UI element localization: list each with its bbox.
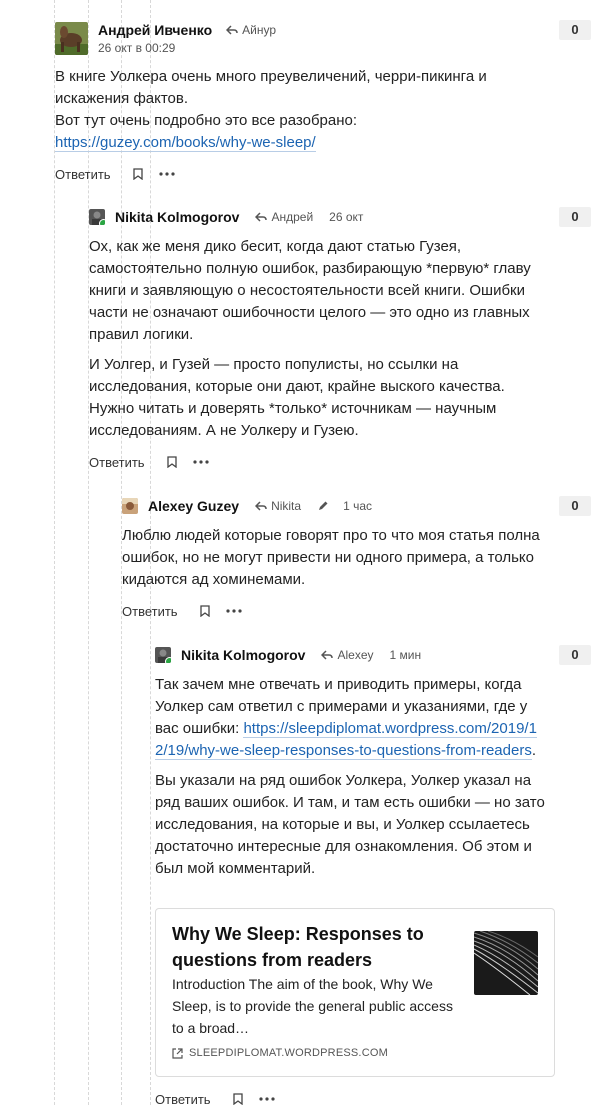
comment-paragraph: Вы указали на ряд ошибок Уолкера, Уолкер… [155, 772, 545, 877]
reply-to-name: Alexey [337, 648, 374, 662]
score-badge[interactable]: 0 [559, 645, 591, 665]
card-description: Introduction The aim of the book, Why We… [172, 976, 453, 1036]
link-preview-card[interactable]: Why We Sleep: Responses to questions fro… [155, 908, 555, 1077]
comment-actions: Ответить [55, 164, 591, 184]
more-icon[interactable] [258, 1097, 275, 1101]
reply-to[interactable]: Alexey [321, 648, 374, 662]
comment-time[interactable]: 26 окт в 00:29 [98, 41, 276, 55]
comment: Андрей Ивченко Айнур 26 окт в 00:29 0 В … [55, 20, 591, 184]
more-icon[interactable] [192, 460, 209, 464]
external-link-icon [172, 1047, 183, 1059]
comment-paragraph: Вот тут очень подробно это все разобрано… [55, 110, 525, 154]
comment-actions: Ответить [89, 452, 591, 472]
reply-arrow-icon [321, 650, 334, 660]
comment-paragraph: Люблю людей которые говорят про то что м… [122, 527, 540, 588]
avatar[interactable] [55, 21, 88, 55]
reply-button[interactable]: Ответить [122, 604, 178, 619]
bookmark-icon[interactable] [232, 1093, 243, 1105]
comment: Alexey Guzey Nikita 1 час 0 Люблю людей … [122, 496, 591, 621]
comment: Nikita Kolmogorov Alexey 1 мин 0 Так зач… [155, 645, 591, 880]
comment-time[interactable]: 26 окт [329, 210, 363, 224]
avatar[interactable] [89, 209, 105, 225]
reply-button[interactable]: Ответить [155, 1092, 211, 1107]
comment-link[interactable]: https://guzey.com/books/why-we-sleep/ [55, 134, 316, 152]
comment-actions: Ответить [155, 1089, 291, 1109]
comment-text: Так зачем мне отвечать и приводить приме… [155, 674, 547, 880]
online-indicator [165, 657, 171, 663]
comment-paragraph: И Уолгер, и Гузей — просто популисты, но… [89, 356, 505, 439]
comment-text: Люблю людей которые говорят про то что м… [122, 525, 542, 591]
comment-actions: Ответить [122, 601, 591, 621]
comment-text: Ох, как же меня дико бесит, когда дают с… [89, 236, 549, 442]
avatar[interactable] [122, 498, 138, 514]
score-badge[interactable]: 0 [559, 207, 591, 227]
card-thumbnail [474, 931, 538, 995]
reply-to[interactable]: Андрей [255, 210, 313, 224]
author-name[interactable]: Nikita Kolmogorov [181, 647, 305, 663]
author-name[interactable]: Андрей Ивченко [98, 22, 212, 38]
comment-text: В книге Уолкера очень много преувеличени… [55, 66, 525, 154]
score-badge[interactable]: 0 [559, 496, 591, 516]
bookmark-icon[interactable] [132, 168, 143, 180]
bookmark-icon[interactable] [166, 456, 177, 468]
reply-button[interactable]: Ответить [55, 167, 111, 182]
comment-time[interactable]: 1 час [343, 499, 372, 513]
comment-paragraph: Ох, как же меня дико бесит, когда дают с… [89, 238, 531, 343]
comment-time[interactable]: 1 мин [390, 648, 422, 662]
reply-to-name: Nikita [271, 499, 302, 513]
reply-to[interactable]: Nikita [255, 499, 301, 513]
online-indicator [99, 219, 105, 225]
reply-to-name: Андрей [271, 210, 314, 224]
edit-pencil-icon [317, 500, 329, 512]
reply-arrow-icon [255, 501, 267, 511]
card-domain-text: SLEEPDIPLOMAT.WORDPRESS.COM [189, 1047, 388, 1059]
comment-paragraph-text: Вот тут очень подробно это все разобрано… [55, 112, 358, 129]
comment: Nikita Kolmogorov Андрей 26 окт 0 Ох, ка… [89, 207, 591, 472]
reply-arrow-icon [226, 25, 238, 35]
author-name[interactable]: Alexey Guzey [148, 498, 239, 514]
reply-arrow-icon [255, 212, 268, 222]
more-icon[interactable] [158, 172, 175, 176]
score-badge[interactable]: 0 [559, 20, 591, 40]
avatar[interactable] [155, 647, 171, 663]
reply-to[interactable]: Айнур [226, 23, 276, 37]
bookmark-icon[interactable] [199, 605, 210, 617]
comment-paragraph-text: . [531, 742, 536, 759]
reply-button[interactable]: Ответить [89, 455, 145, 470]
comment-paragraph: Так зачем мне отвечать и приводить приме… [155, 674, 547, 762]
card-domain[interactable]: SLEEPDIPLOMAT.WORDPRESS.COM [172, 1047, 388, 1059]
more-icon[interactable] [225, 609, 242, 613]
reply-to-name: Айнур [242, 23, 277, 37]
comment-paragraph: В книге Уолкера очень много преувеличени… [55, 68, 487, 107]
author-name[interactable]: Nikita Kolmogorov [115, 209, 239, 225]
card-title[interactable]: Why We Sleep: Responses to questions fro… [172, 921, 462, 973]
